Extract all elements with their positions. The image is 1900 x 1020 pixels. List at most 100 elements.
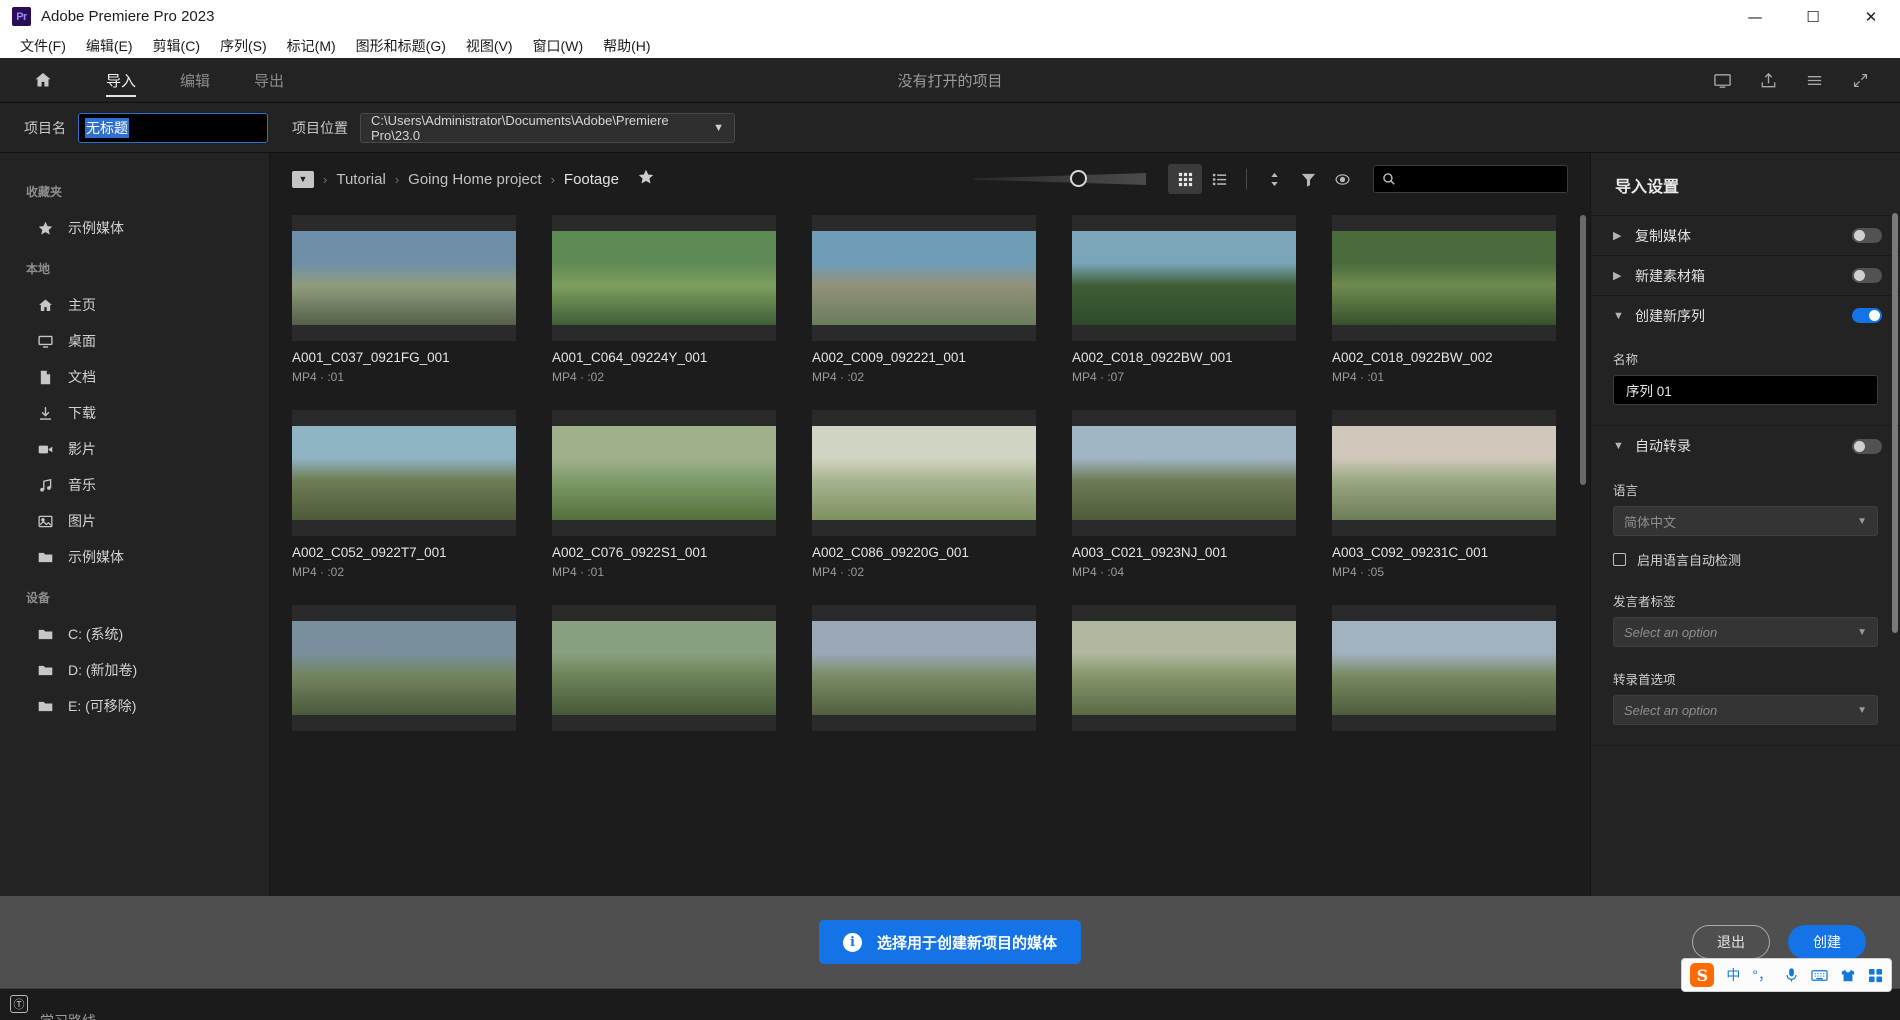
sidebar-item-home[interactable]: 主页 <box>0 287 269 323</box>
chevron-down-icon[interactable]: ▼ <box>1613 310 1629 322</box>
media-thumbnail[interactable] <box>292 215 516 341</box>
media-cell[interactable]: A002_C018_0922BW_001MP4 · :07 <box>1072 215 1296 384</box>
sidebar-item-music[interactable]: 音乐 <box>0 467 269 503</box>
slider-knob[interactable] <box>1070 170 1087 187</box>
list-view-icon[interactable] <box>1202 164 1236 194</box>
maximize-button[interactable]: ☐ <box>1784 0 1842 33</box>
tab-edit[interactable]: 编辑 <box>158 58 232 103</box>
share-icon[interactable] <box>1758 70 1778 90</box>
copy-media-toggle[interactable] <box>1852 228 1882 243</box>
media-thumbnail[interactable] <box>1072 410 1296 536</box>
media-thumbnail[interactable] <box>1072 215 1296 341</box>
media-cell[interactable] <box>1072 605 1296 740</box>
eye-icon[interactable] <box>1325 164 1359 194</box>
media-cell[interactable] <box>1332 605 1556 740</box>
skin-icon[interactable] <box>1840 968 1856 983</box>
menu-graphics[interactable]: 图形和标题(G) <box>346 34 456 58</box>
media-cell[interactable]: A002_C052_0922T7_001MP4 · :02 <box>292 410 516 579</box>
microphone-icon[interactable] <box>1784 967 1799 983</box>
chevron-right-icon[interactable]: ▶ <box>1613 229 1629 242</box>
breadcrumb-item-1[interactable]: Tutorial <box>336 171 385 188</box>
menu-edit[interactable]: 编辑(E) <box>76 34 143 58</box>
grid-view-icon[interactable] <box>1168 164 1202 194</box>
menu-window[interactable]: 窗口(W) <box>523 34 594 58</box>
menu-file[interactable]: 文件(F) <box>10 34 76 58</box>
media-cell[interactable]: A001_C037_0921FG_001MP4 · :01 <box>292 215 516 384</box>
media-cell[interactable] <box>292 605 516 740</box>
keyboard-icon[interactable] <box>1811 968 1828 983</box>
media-cell[interactable]: A002_C086_09220G_001MP4 · :02 <box>812 410 1036 579</box>
create-button[interactable]: 创建 <box>1788 925 1866 959</box>
menu-clip[interactable]: 剪辑(C) <box>143 34 210 58</box>
setting-row-copy-media[interactable]: ▶ 复制媒体 <box>1591 215 1900 255</box>
speaker-labeling-select[interactable]: Select an option ▼ <box>1613 617 1878 647</box>
media-thumbnail[interactable] <box>292 410 516 536</box>
media-cell[interactable]: A003_C021_0923NJ_001MP4 · :04 <box>1072 410 1296 579</box>
ime-punctuation-button[interactable]: °， <box>1752 965 1772 985</box>
transcription-prefs-select[interactable]: Select an option ▼ <box>1613 695 1878 725</box>
sequence-name-input[interactable]: 序列 01 <box>1613 375 1878 405</box>
tab-import[interactable]: 导入 <box>84 58 158 103</box>
sidebar-item-sample-media[interactable]: 示例媒体 <box>0 539 269 575</box>
media-thumbnail[interactable] <box>1332 605 1556 731</box>
ime-mode-button[interactable]: 中 <box>1726 965 1740 985</box>
media-thumbnail[interactable] <box>552 215 776 341</box>
filter-icon[interactable] <box>1291 164 1325 194</box>
auto-transcription-toggle[interactable] <box>1852 439 1882 454</box>
thumbnail-size-slider[interactable] <box>974 169 1146 189</box>
sidebar-item-videos[interactable]: 影片 <box>0 431 269 467</box>
home-icon[interactable] <box>32 69 54 91</box>
media-cell[interactable] <box>812 605 1036 740</box>
breadcrumb-item-3[interactable]: Footage <box>564 171 619 188</box>
media-thumbnail[interactable] <box>1332 410 1556 536</box>
fullscreen-icon[interactable] <box>1850 70 1870 90</box>
monitor-icon[interactable] <box>1712 70 1732 90</box>
media-thumbnail[interactable] <box>552 605 776 731</box>
import-settings-scrollbar[interactable] <box>1892 213 1898 633</box>
close-button[interactable]: ✕ <box>1842 0 1900 33</box>
media-thumbnail[interactable] <box>812 410 1036 536</box>
media-thumbnail[interactable] <box>812 215 1036 341</box>
search-box[interactable] <box>1373 165 1568 193</box>
media-thumbnail[interactable] <box>292 605 516 731</box>
sidebar-item-downloads[interactable]: 下载 <box>0 395 269 431</box>
sidebar-item-desktop[interactable]: 桌面 <box>0 323 269 359</box>
media-cell[interactable]: A003_C092_09231C_001MP4 · :05 <box>1332 410 1556 579</box>
sogou-logo-icon[interactable]: S <box>1690 963 1714 987</box>
autodetect-language-checkbox[interactable]: 启用语言自动检测 <box>1613 550 1878 569</box>
sidebar-item-drive-e[interactable]: E: (可移除) <box>0 688 269 724</box>
media-thumbnail[interactable] <box>1332 215 1556 341</box>
sidebar-item-drive-d[interactable]: D: (新加卷) <box>0 652 269 688</box>
media-thumbnail[interactable] <box>552 410 776 536</box>
menu-sequence[interactable]: 序列(S) <box>210 34 277 58</box>
setting-row-auto-transcription[interactable]: ▼ 自动转录 <box>1591 426 1900 466</box>
cancel-button[interactable]: 退出 <box>1692 925 1770 959</box>
folder-dropdown-icon[interactable]: ▼ <box>292 171 314 188</box>
setting-row-new-bin[interactable]: ▶ 新建素材箱 <box>1591 255 1900 295</box>
sidebar-item-documents[interactable]: 文档 <box>0 359 269 395</box>
media-grid-scrollbar[interactable] <box>1580 215 1586 485</box>
media-cell[interactable]: A002_C009_092221_001MP4 · :02 <box>812 215 1036 384</box>
new-sequence-toggle[interactable] <box>1852 308 1882 323</box>
sidebar-item-sample-media-fav[interactable]: 示例媒体 <box>0 210 269 246</box>
chevron-down-icon[interactable]: ▼ <box>1613 440 1629 452</box>
menu-marker[interactable]: 标记(M) <box>277 34 346 58</box>
menu-icon[interactable] <box>1804 70 1824 90</box>
media-cell[interactable]: A002_C018_0922BW_002MP4 · :01 <box>1332 215 1556 384</box>
project-location-select[interactable]: C:\Users\Administrator\Documents\Adobe\P… <box>360 113 735 143</box>
chevron-right-icon[interactable]: ▶ <box>1613 269 1629 282</box>
breadcrumb-item-2[interactable]: Going Home project <box>408 171 541 188</box>
media-thumbnail[interactable] <box>812 605 1036 731</box>
setting-row-new-sequence[interactable]: ▼ 创建新序列 <box>1591 295 1900 335</box>
media-cell[interactable]: A001_C064_09224Y_001MP4 · :02 <box>552 215 776 384</box>
minimize-button[interactable]: — <box>1726 0 1784 33</box>
sort-icon[interactable] <box>1257 164 1291 194</box>
language-select[interactable]: 简体中文 ▼ <box>1613 506 1878 536</box>
project-name-input[interactable]: 无标题 <box>78 113 268 143</box>
media-cell[interactable] <box>552 605 776 740</box>
menu-view[interactable]: 视图(V) <box>456 34 523 58</box>
media-thumbnail[interactable] <box>1072 605 1296 731</box>
creative-cloud-icon[interactable]: Ⓣ <box>10 995 28 1013</box>
sidebar-item-drive-c[interactable]: C: (系统) <box>0 616 269 652</box>
new-bin-toggle[interactable] <box>1852 268 1882 283</box>
